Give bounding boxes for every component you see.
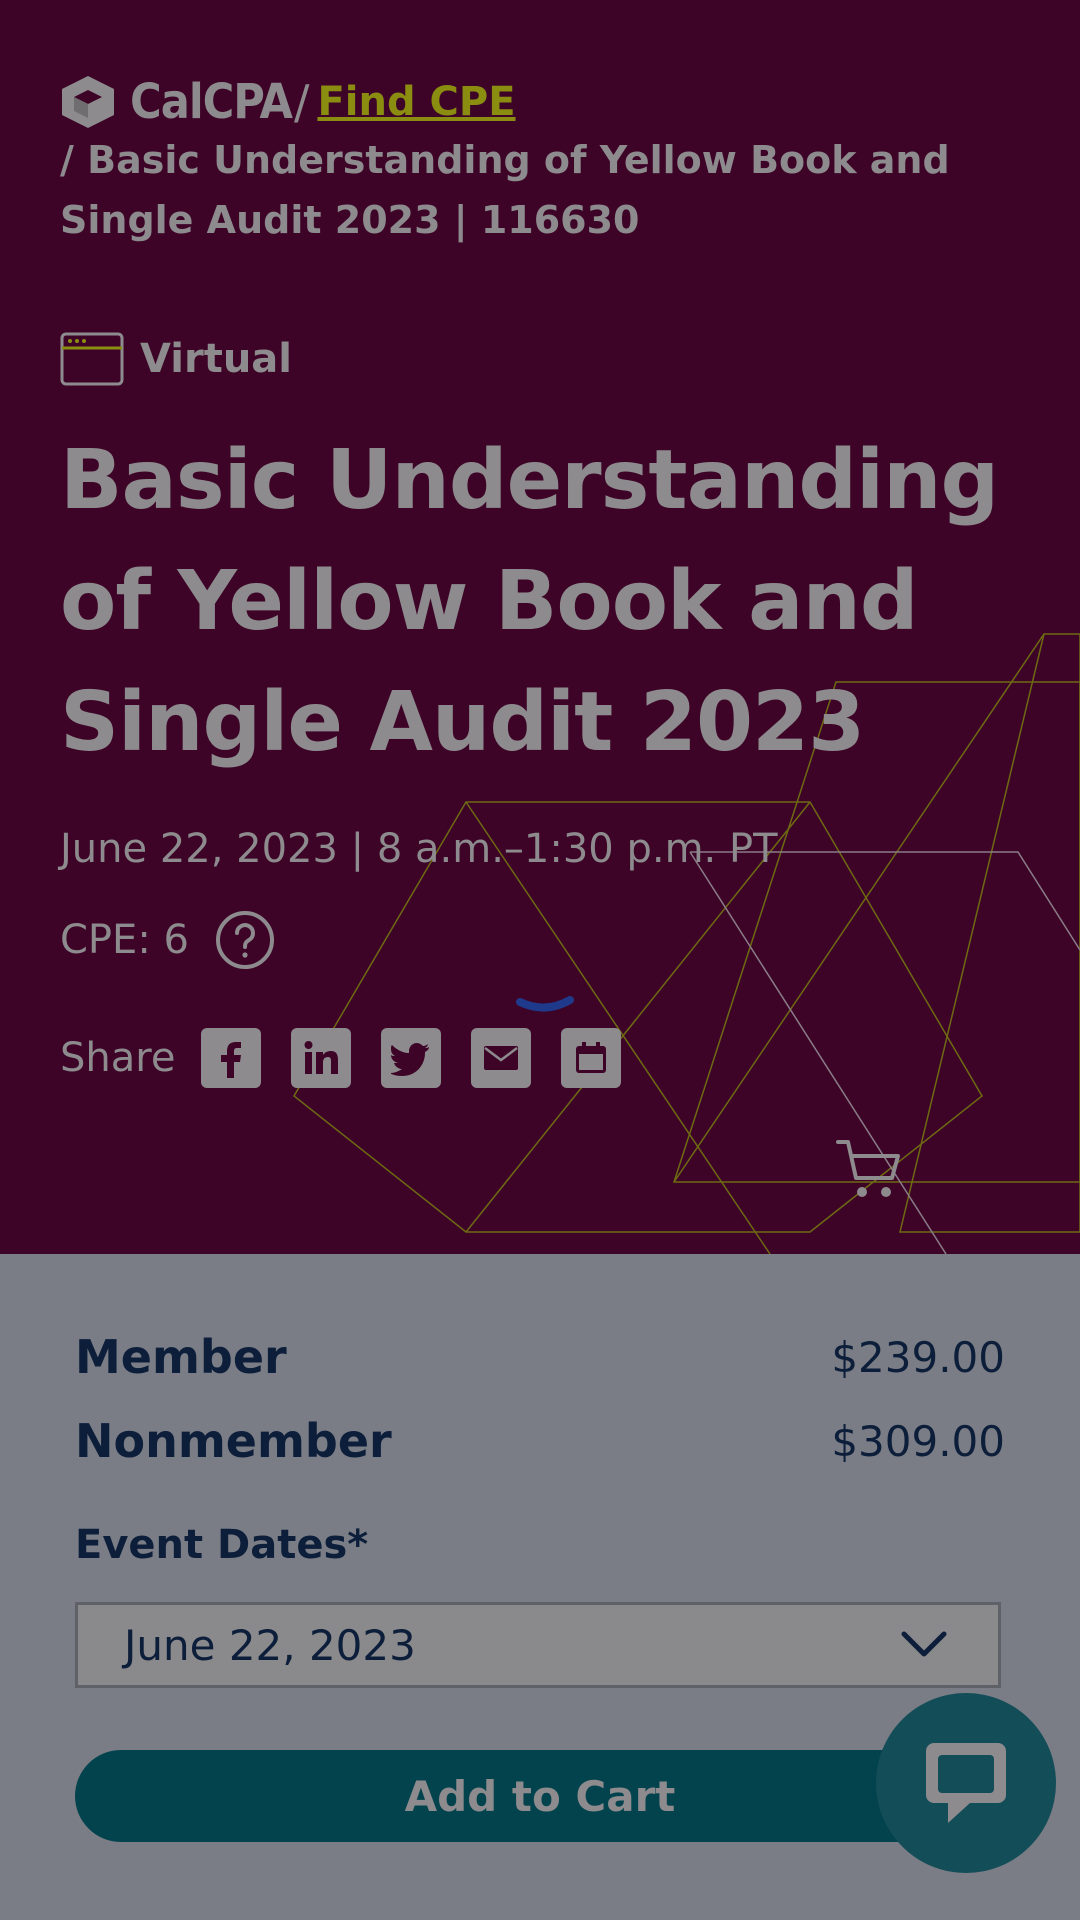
event-dates-select[interactable]: June 22, 2023 [75,1602,1001,1688]
price-row-nonmember: Nonmember $309.00 [75,1414,1005,1468]
event-dates-label: Event Dates* [75,1522,369,1568]
cart-icon[interactable] [836,1138,902,1200]
chat-bubble-icon [926,1743,1006,1823]
calcpa-logo-icon[interactable] [60,74,116,130]
share-twitter-button[interactable] [381,1028,442,1088]
twitter-icon [391,1043,430,1076]
event-format: Virtual [60,332,292,386]
breadcrumb: CalCPA / Find CPE / Basic Understanding … [60,72,1020,250]
share-label: Share [60,1035,176,1081]
email-icon [484,1046,519,1070]
event-dates-selected-value[interactable]: June 22, 2023 [124,1621,900,1670]
nonmember-label: Nonmember [75,1414,392,1468]
nonmember-price: $309.00 [831,1416,1005,1466]
share-bar: Share [60,1028,651,1088]
chevron-down-icon[interactable] [900,1630,948,1660]
calendar-icon [576,1042,607,1073]
breadcrumb-link-find-cpe[interactable]: Find CPE [317,79,515,125]
chat-button[interactable] [876,1693,1056,1873]
breadcrumb-current-page: / Basic Understanding of Yellow Book and… [60,138,950,242]
event-title: Basic Understanding of Yellow Book and S… [60,433,999,770]
cpe-credits: CPE: 6 [60,910,275,970]
share-linkedin-button[interactable] [291,1028,352,1088]
share-email-button[interactable] [471,1028,532,1088]
linkedin-icon [304,1041,339,1074]
add-to-calendar-button[interactable] [561,1028,622,1088]
loading-spinner-icon [516,996,574,1012]
member-label: Member [75,1330,287,1384]
logo-wordmark[interactable]: CalCPA [130,74,293,130]
member-price: $239.00 [831,1332,1005,1382]
breadcrumb-separator: / [293,75,310,129]
event-hero: CalCPA / Find CPE / Basic Understanding … [0,0,1080,1254]
browser-window-icon [60,332,124,386]
help-icon[interactable] [215,910,275,970]
format-label: Virtual [140,336,292,382]
cpe-label: CPE: 6 [60,917,189,963]
share-facebook-button[interactable] [201,1028,262,1088]
add-to-cart-button[interactable]: Add to Cart [75,1750,1005,1842]
price-row-member: Member $239.00 [75,1330,1005,1384]
event-date-time: June 22, 2023 | 8 a.m.–1:30 p.m. PT [60,826,778,872]
facebook-icon [221,1042,242,1078]
